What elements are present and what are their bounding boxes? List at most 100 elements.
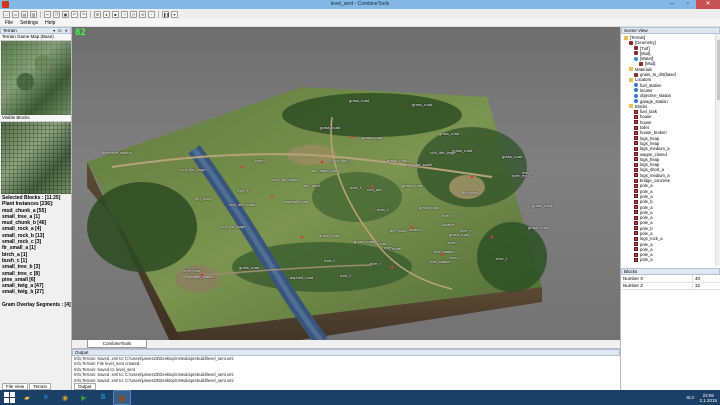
folder-icon	[624, 35, 628, 40]
terrain-panel-header[interactable]: Terrain ▾ ⊡ ✕	[0, 27, 71, 34]
map-label: asphalt_road	[290, 275, 314, 280]
blk-icon	[634, 210, 638, 215]
map-label: dirt_road	[195, 196, 211, 201]
visible-blocks-map[interactable]	[1, 122, 71, 194]
blk-icon	[634, 146, 638, 151]
terrain-game-map[interactable]	[1, 41, 71, 115]
map-label: dirt_sand_road	[312, 168, 339, 173]
tree-item-label: pole_a	[640, 257, 653, 263]
clock-date: 2.1.2015	[699, 397, 717, 403]
terrain-viewport[interactable]: 82 grass_road grass_road grass_road grass_r…	[72, 27, 620, 340]
tree-item-label: pole_a	[640, 209, 653, 215]
tab-file-view[interactable]: File View	[2, 383, 29, 390]
folder-icon	[629, 77, 633, 82]
map-label: fuel_station	[430, 259, 451, 264]
keyboard-language[interactable]: SLV	[686, 395, 694, 400]
pause-icon[interactable]: ❚❚	[162, 10, 170, 18]
blk-icon	[634, 215, 638, 220]
viewport-tab[interactable]: CombineTools	[87, 340, 147, 348]
start-button[interactable]	[3, 391, 16, 404]
blk-icon	[634, 189, 638, 194]
forest-west	[87, 182, 197, 272]
property-value[interactable]: 32	[692, 282, 720, 290]
save-all-icon[interactable]: ▥	[30, 10, 37, 18]
blk-icon	[634, 125, 638, 130]
new-icon[interactable]: □	[3, 10, 10, 18]
blk-icon	[634, 167, 638, 172]
toolbar-separator	[90, 10, 91, 18]
terrain-render	[87, 87, 547, 340]
map-label: river_t	[442, 213, 454, 218]
stop-icon[interactable]: ■	[112, 10, 119, 18]
map-label: grass_road	[239, 265, 260, 270]
game-map-label: Terrain Game Map (Base)	[0, 34, 71, 41]
clock[interactable]: 23:06 2.1.2015	[699, 393, 717, 403]
scene-tree[interactable]: [Terrain] [Geometry] [Turf] [Mud] [Water] [Mu…	[621, 34, 720, 266]
save-icon[interactable]: ▤	[21, 10, 28, 18]
map-label: river_t	[370, 261, 382, 266]
record-icon[interactable]: ●	[103, 10, 110, 18]
redo-icon[interactable]: ↷	[80, 10, 87, 18]
map-label: locator	[442, 222, 455, 227]
chrome-icon[interactable]: ◉	[57, 391, 73, 404]
map-label: grass_road	[419, 205, 440, 210]
menu-help[interactable]: Help	[45, 19, 55, 26]
scene-view-header[interactable]: Scene View	[621, 27, 720, 34]
tab-terrain[interactable]: Terrain	[29, 383, 51, 390]
output-log[interactable]: Info,Terrain: Saved .xml to: C:\Users\ja…	[72, 356, 620, 383]
map-label: grass_road	[349, 98, 370, 103]
map-label: grass_road	[412, 102, 433, 107]
reset-icon[interactable]: ⟲	[139, 10, 146, 18]
paste-icon[interactable]: ▣	[62, 10, 69, 18]
window-titlebar[interactable]: level_sent - CombineTools – ▫ ✕	[0, 0, 720, 9]
property-value[interactable]: 40	[692, 275, 720, 283]
media-player-icon[interactable]: ▶	[76, 391, 92, 404]
blk-icon	[634, 242, 638, 247]
maximize-button[interactable]: ▫	[680, 0, 696, 9]
tree-item-label: pole_b	[640, 225, 653, 231]
build-icon[interactable]: ⚙	[94, 10, 101, 18]
close-button[interactable]: ✕	[696, 0, 720, 9]
help-icon[interactable]: ?	[121, 10, 128, 18]
map-label: river_t	[448, 240, 460, 245]
skype-icon[interactable]: S	[95, 391, 111, 404]
map-label: fuel_station	[434, 249, 455, 254]
menu-file[interactable]: File	[5, 19, 13, 26]
minimize-button[interactable]: –	[664, 0, 680, 9]
tree-item-label: [Water]	[640, 56, 654, 62]
map-label: dirt_road	[462, 190, 478, 195]
terrain-panel: Terrain ▾ ⊡ ✕ Terrain Game Map (Base) Vi…	[0, 27, 72, 390]
clock-icon[interactable]: ◷	[130, 10, 137, 18]
blk-icon	[634, 247, 638, 252]
tab-output[interactable]: Output	[74, 383, 96, 390]
folder-icon	[629, 67, 633, 72]
toolbar: □ ▭ ▤ ▥ ✂ ❐ ▣ ↶ ↷ ⚙ ● ■? ◷ ⟲ ◔ ❚❚ ▾	[0, 9, 720, 19]
map-label: river_t	[324, 258, 336, 263]
map-label: dirt_road	[304, 183, 320, 188]
tree-item-label: wagon_closed	[640, 151, 667, 157]
blocks-title: Blocks	[624, 269, 638, 274]
scene-tree-scrollbar[interactable]	[715, 34, 720, 266]
menu-settings[interactable]: Settings	[20, 19, 38, 26]
tree-item-label: logs_heap	[640, 156, 660, 162]
plant-stats: Selected Blocks : [11 25] Plant Instances…	[0, 195, 71, 308]
geo-icon	[634, 72, 638, 77]
ie-icon[interactable]: e	[38, 391, 54, 404]
map-label: grass_road	[387, 158, 408, 163]
tree-item-label: house	[640, 119, 652, 125]
undo-icon[interactable]: ↶	[71, 10, 78, 18]
toolbar-separator	[158, 10, 159, 18]
output-header: Output	[72, 349, 620, 356]
menu-bar: File Settings Help	[0, 19, 720, 27]
cut-icon[interactable]: ✂	[44, 10, 51, 18]
dropdown-icon[interactable]: ▾	[171, 10, 178, 18]
gauge-icon[interactable]: ◔	[148, 10, 155, 18]
left-panel-tabs: File View Terrain	[0, 383, 51, 390]
open-icon[interactable]: ▭	[12, 10, 19, 18]
tree-item-label: [Turf]	[640, 45, 650, 51]
tree-item[interactable]: pole_a	[621, 257, 720, 262]
panel-header-buttons[interactable]: ▾ ⊡ ✕	[53, 28, 69, 33]
file-explorer-icon[interactable]: ▰	[19, 391, 35, 404]
combinetools-icon[interactable]: ▆	[113, 390, 131, 405]
copy-icon[interactable]: ❐	[53, 10, 60, 18]
